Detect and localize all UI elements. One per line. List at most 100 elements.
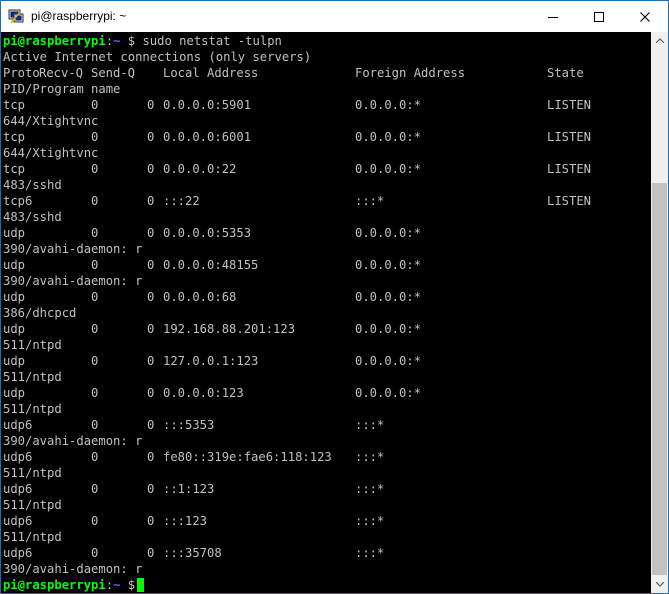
connection-row-line: udp 0 0 192.168.88.201:123 0.0.0.0:* xyxy=(3,321,651,337)
prompt-path: ~ xyxy=(113,34,121,48)
row-sendq: 0 xyxy=(147,482,155,496)
row-local-address: 127.0.0.1:123 xyxy=(163,354,259,368)
row-local-address: :::123 xyxy=(163,514,208,528)
row-sendq: 0 xyxy=(147,194,155,208)
row-proto: udp xyxy=(3,386,26,400)
row-proto: udp6 xyxy=(3,482,33,496)
connection-row-line: udp6 0 0:::123:::* xyxy=(3,513,651,529)
row-local-address: :::35708 xyxy=(163,546,222,560)
row-recvq: 0 xyxy=(91,514,99,528)
row-program: 511/ntpd xyxy=(3,498,62,512)
maximize-button[interactable] xyxy=(576,1,622,32)
row-proto: udp xyxy=(3,322,26,336)
row-recvq: 0 xyxy=(91,130,99,144)
column-foreign-address: Foreign Address xyxy=(355,66,466,80)
scroll-thumb[interactable] xyxy=(652,183,667,575)
scroll-down-button[interactable] xyxy=(651,576,668,593)
row-program: 483/sshd xyxy=(3,178,62,192)
row-proto: tcp6 xyxy=(3,194,33,208)
connection-row-line: udp 0 0 0.0.0.0:5353 0.0.0.0:* xyxy=(3,225,651,241)
command-text: sudo netstat -tulpn xyxy=(142,34,282,48)
column-header-row: Proto Recv-Q Send-Q Local Address Foreig… xyxy=(3,65,651,81)
scroll-up-icon xyxy=(655,38,664,43)
connection-row: tcp6 0 0:::22:::* LISTEN 483/sshd xyxy=(1,193,651,225)
close-button[interactable] xyxy=(622,1,668,32)
row-state: LISTEN xyxy=(547,130,592,144)
terminal-window: pi@raspberrypi: ~ pi@raspberrypi:~ $ sud… xyxy=(0,0,669,594)
row-sendq: 0 xyxy=(147,130,155,144)
prompt-path: ~ xyxy=(113,578,121,592)
vertical-scrollbar[interactable] xyxy=(651,32,668,593)
row-recvq: 0 xyxy=(91,258,99,272)
minimize-button[interactable] xyxy=(530,1,576,32)
output-header: Active Internet connections (only server… xyxy=(3,50,312,64)
row-local-address: 0.0.0.0:6001 xyxy=(163,130,252,144)
connection-row-line: udp 0 0 0.0.0.0:48155 0.0.0.0:* xyxy=(3,257,651,273)
row-local-address: 0.0.0.0:22 xyxy=(163,162,237,176)
row-program: 644/Xtightvnc xyxy=(3,146,99,160)
putty-terminal-icon[interactable] xyxy=(8,8,24,24)
prompt-symbol: $ xyxy=(127,34,136,48)
row-proto: udp xyxy=(3,226,26,240)
row-local-address: ::1:123 xyxy=(163,482,215,496)
row-foreign-address: 0.0.0.0:* xyxy=(355,322,422,336)
row-foreign-address: 0.0.0.0:* xyxy=(355,226,422,240)
row-sendq: 0 xyxy=(147,226,155,240)
connection-row: udp6 0 0::1:123:::* 511/ntpd xyxy=(1,481,651,513)
prompt-separator: : xyxy=(105,578,114,592)
row-program: 644/Xtightvnc xyxy=(3,114,99,128)
row-sendq: 0 xyxy=(147,386,155,400)
window-title: pi@raspberrypi: ~ xyxy=(31,9,127,23)
row-sendq: 0 xyxy=(147,514,155,528)
row-recvq: 0 xyxy=(91,194,99,208)
row-proto: udp xyxy=(3,354,26,368)
row-proto: udp6 xyxy=(3,514,33,528)
row-proto: udp6 xyxy=(3,546,33,560)
column-state: State xyxy=(547,66,584,80)
row-foreign-address: 0.0.0.0:* xyxy=(355,98,422,112)
scroll-up-button[interactable] xyxy=(651,32,668,49)
close-icon xyxy=(640,11,650,22)
current-prompt-line: pi@raspberrypi:~ $ xyxy=(3,577,145,593)
row-foreign-address: :::* xyxy=(355,514,385,528)
row-local-address: :::22 xyxy=(163,194,200,208)
row-proto: udp xyxy=(3,290,26,304)
column-proto: Proto xyxy=(3,66,40,80)
connection-row-line: udp6 0 0:::5353:::* xyxy=(3,417,651,433)
row-local-address: :::5353 xyxy=(163,418,215,432)
row-sendq: 0 xyxy=(147,418,155,432)
terminal-output[interactable]: pi@raspberrypi:~ $ sudo netstat -tulpn A… xyxy=(1,32,651,593)
row-foreign-address: 0.0.0.0:* xyxy=(355,290,422,304)
command-line: pi@raspberrypi:~ $ sudo netstat -tulpn xyxy=(3,33,282,49)
row-sendq: 0 xyxy=(147,290,155,304)
row-local-address: 0.0.0.0:68 xyxy=(163,290,237,304)
connection-row: udp6 0 0:::5353:::* 390/avahi-daemon: r xyxy=(1,417,651,449)
row-proto: udp6 xyxy=(3,450,33,464)
connection-row-line: tcp 0 0 0.0.0.0:22 0.0.0.0:* LISTEN xyxy=(3,161,651,177)
connection-row-line: tcp 0 0 0.0.0.0:6001 0.0.0.0:* LISTEN xyxy=(3,129,651,145)
row-recvq: 0 xyxy=(91,226,99,240)
connection-row-line: udp6 0 0::1:123:::* xyxy=(3,481,651,497)
column-recvq: Recv-Q xyxy=(39,66,84,80)
row-proto: udp6 xyxy=(3,418,33,432)
connection-row: tcp 0 0 0.0.0.0:6001 0.0.0.0:* LISTEN 644/Xtig… xyxy=(1,129,651,161)
row-recvq: 0 xyxy=(91,386,99,400)
row-sendq: 0 xyxy=(147,354,155,368)
row-local-address: 0.0.0.0:123 xyxy=(163,386,244,400)
title-bar[interactable]: pi@raspberrypi: ~ xyxy=(1,1,668,32)
row-recvq: 0 xyxy=(91,546,99,560)
prompt-symbol: $ xyxy=(127,578,136,592)
row-program: 483/sshd xyxy=(3,210,62,224)
connection-row: udp6 0 0:::123:::*511/ntpd xyxy=(1,513,651,545)
row-foreign-address: 0.0.0.0:* xyxy=(355,130,422,144)
connection-row: tcp 0 0 0.0.0.0:5901 0.0.0.0:* LISTEN 644/Xtig… xyxy=(1,97,651,129)
row-recvq: 0 xyxy=(91,98,99,112)
prompt-separator: : xyxy=(105,34,114,48)
row-foreign-address: 0.0.0.0:* xyxy=(355,162,422,176)
connection-row: udp 0 0 0.0.0.0:123 0.0.0.0:* 511/ntpd xyxy=(1,385,651,417)
row-recvq: 0 xyxy=(91,354,99,368)
row-program: 511/ntpd xyxy=(3,530,62,544)
connection-row-line: tcp 0 0 0.0.0.0:5901 0.0.0.0:* LISTEN xyxy=(3,97,651,113)
row-foreign-address: :::* xyxy=(355,482,385,496)
connection-row: udp 0 0 0.0.0.0:5353 0.0.0.0:* 390/avahi-daem… xyxy=(1,225,651,257)
